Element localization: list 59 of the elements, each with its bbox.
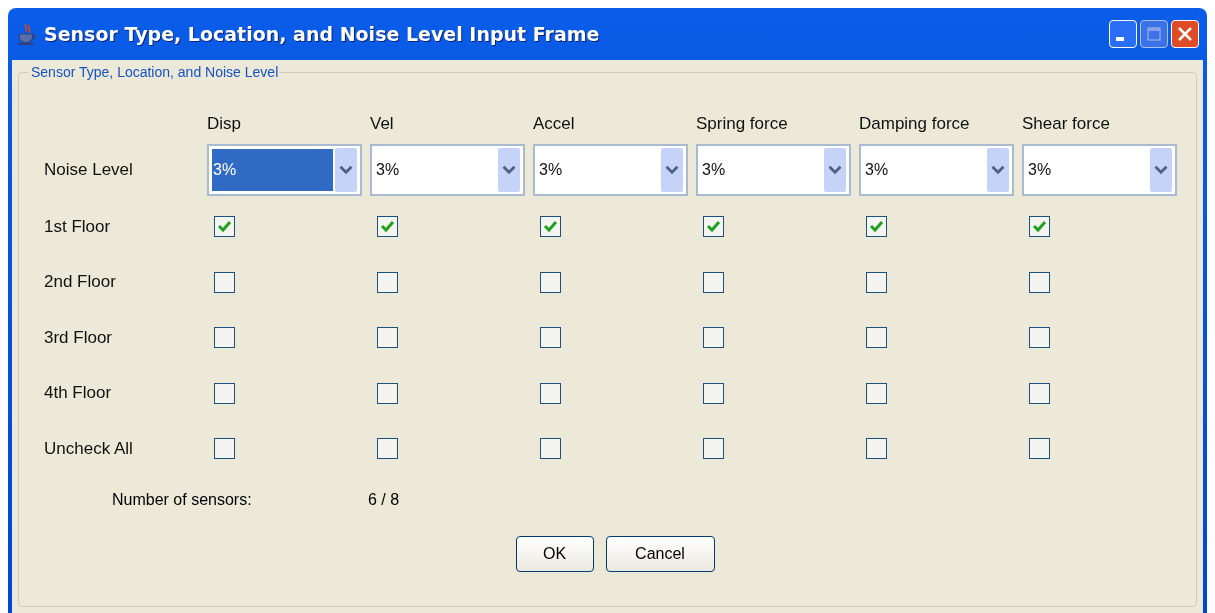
checkbox[interactable] (866, 438, 887, 460)
checkbox[interactable] (703, 438, 724, 460)
row-label: 1st Floor (44, 216, 111, 237)
checkbox[interactable] (214, 382, 235, 404)
column-header: Shear force (1022, 114, 1110, 134)
checkbox[interactable] (1029, 438, 1050, 460)
checkbox[interactable] (540, 438, 561, 460)
checkbox[interactable] (703, 382, 724, 404)
coffee-cup-icon (16, 23, 38, 45)
row-label: 2nd Floor (44, 272, 116, 293)
checkbox[interactable] (1029, 327, 1050, 349)
checkbox[interactable] (377, 216, 398, 238)
checkbox[interactable] (540, 271, 561, 293)
checkbox[interactable] (1029, 271, 1050, 293)
column-header: Spring force (696, 114, 788, 134)
group-title: Sensor Type, Location, and Noise Level (29, 64, 281, 80)
maximize-icon (1144, 24, 1164, 44)
checkbox[interactable] (214, 438, 235, 460)
checkbox[interactable] (703, 216, 724, 238)
checkbox[interactable] (703, 327, 724, 349)
row-label: Noise Level (44, 160, 133, 180)
noise-dropdown[interactable]: 3% (1022, 144, 1177, 196)
checkbox[interactable] (703, 271, 724, 293)
row-label: 4th Floor (44, 383, 112, 404)
noise-dropdown[interactable]: 3% (370, 144, 525, 196)
minimize-button[interactable] (1109, 20, 1137, 48)
column-header: Vel (370, 114, 394, 134)
checkbox[interactable] (540, 327, 561, 349)
checkbox[interactable] (1029, 216, 1050, 238)
checkbox[interactable] (377, 438, 398, 460)
minimize-icon (1116, 37, 1124, 41)
checkbox[interactable] (540, 382, 561, 404)
checkbox[interactable] (540, 216, 561, 238)
checkbox[interactable] (866, 382, 887, 404)
checkbox[interactable] (377, 382, 398, 404)
close-button[interactable] (1171, 20, 1199, 48)
checkbox[interactable] (377, 271, 398, 293)
column-header: Damping force (859, 114, 970, 134)
window-title: Sensor Type, Location, and Noise Level Input Frame (44, 23, 601, 45)
sensor-count-value: 6 / 8 (368, 490, 400, 509)
row-label: 3rd Floor (44, 327, 113, 348)
checkbox[interactable] (866, 271, 887, 293)
row-label: Uncheck All (44, 438, 133, 459)
noise-dropdown[interactable]: 3% (207, 144, 362, 196)
checkbox[interactable] (214, 271, 235, 293)
column-header: Accel (533, 114, 575, 134)
checkbox[interactable] (377, 327, 398, 349)
noise-dropdown[interactable]: 3% (859, 144, 1014, 196)
noise-dropdown[interactable]: 3% (533, 144, 688, 196)
checkbox[interactable] (214, 327, 235, 349)
checkbox[interactable] (866, 216, 887, 238)
checkbox[interactable] (866, 327, 887, 349)
checkbox[interactable] (214, 216, 235, 238)
ok-button[interactable]: OK (515, 535, 594, 572)
cancel-button[interactable]: Cancel (605, 535, 715, 572)
column-header: Disp (207, 114, 241, 134)
sensor-count-label: Number of sensors: (112, 490, 253, 509)
noise-dropdown[interactable]: 3% (696, 144, 851, 196)
checkbox[interactable] (1029, 382, 1050, 404)
